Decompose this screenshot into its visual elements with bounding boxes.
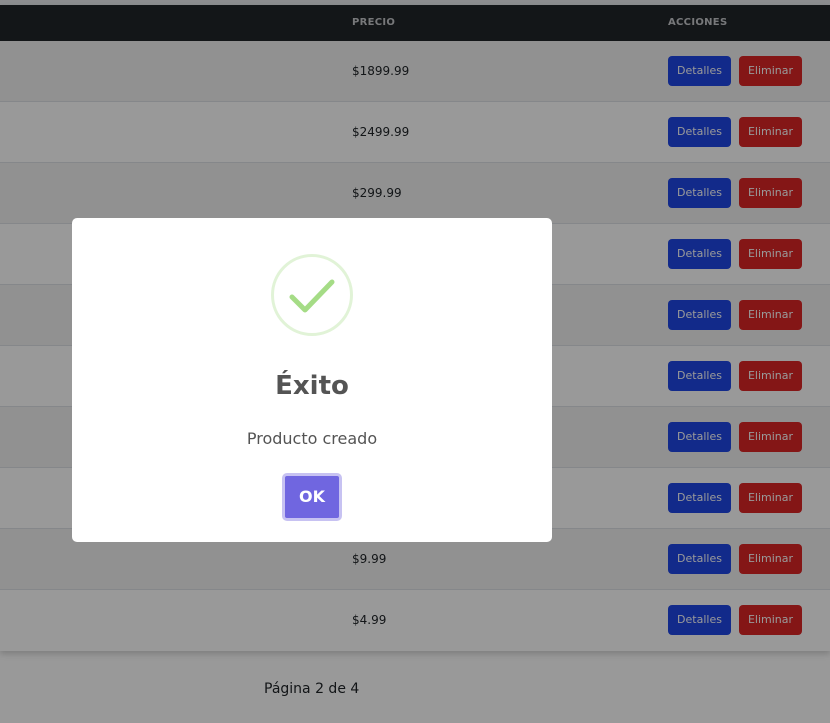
check-icon (289, 279, 335, 313)
success-dialog: Éxito Producto creado OK (72, 218, 552, 542)
dialog-title: Éxito (275, 371, 349, 401)
ok-button[interactable]: OK (282, 473, 342, 521)
dialog-message: Producto creado (246, 429, 378, 448)
success-check-icon (271, 254, 353, 336)
